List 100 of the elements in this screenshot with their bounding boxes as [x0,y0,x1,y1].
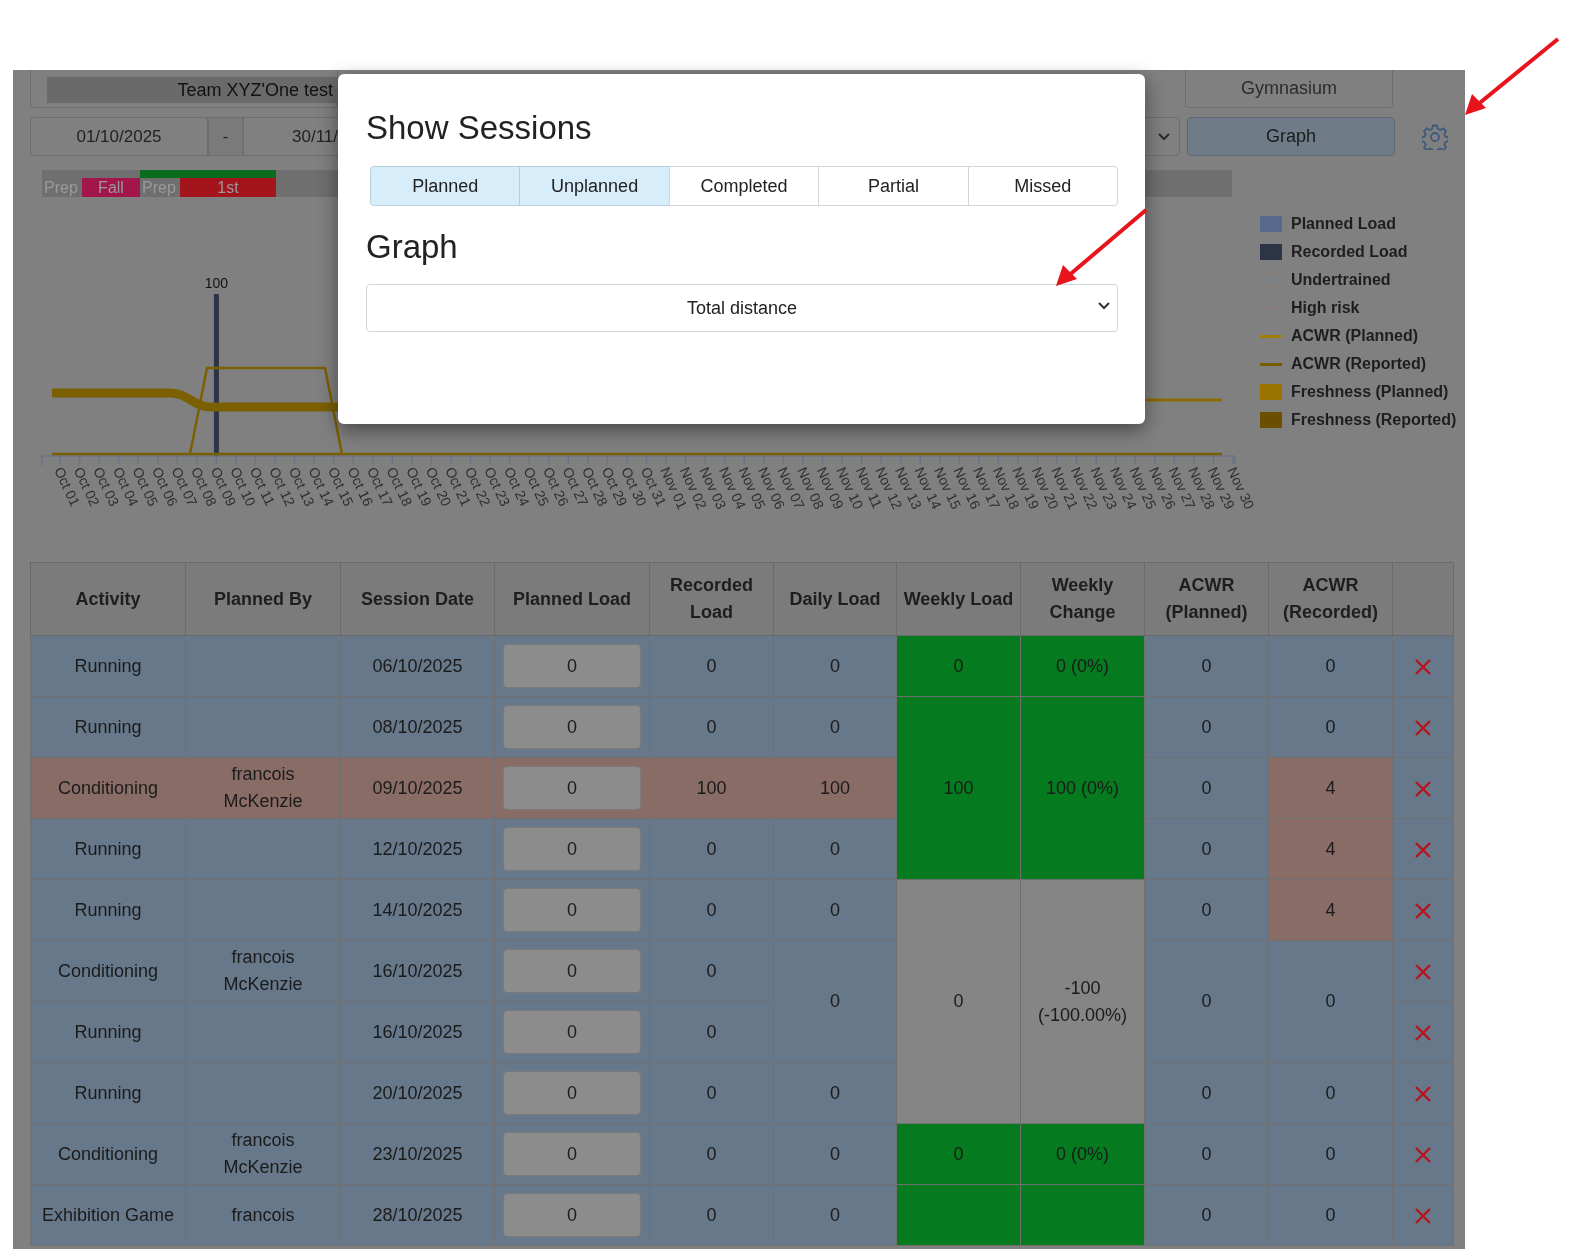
delete-icon[interactable] [1414,1145,1432,1164]
table-cell: 06/10/2025 [340,635,495,697]
table-cell: 0 [1144,757,1269,819]
phase-label: 1st [180,178,276,197]
planned-load-field[interactable]: 0 [503,1193,641,1237]
legend-label: ACWR (Reported) [1291,355,1427,373]
legend-label: Planned Load [1291,215,1396,233]
table-cell: 100 [649,757,774,819]
session-toggle[interactable]: Missed [967,166,1119,206]
table-cell: 0 [1144,1184,1269,1246]
session-toggle[interactable]: Unplanned [519,166,670,206]
delete-icon[interactable] [1414,962,1432,981]
table-cell: Running [30,1062,186,1124]
graph-dropdown[interactable]: Total distance [366,284,1118,332]
table-cell: 0 [773,818,897,880]
table-cell: 0 [649,818,774,880]
table-cell: 0 [649,1184,774,1246]
team-field[interactable]: Team XYZ'One test [30,70,338,108]
table-cell: 0 [1268,1123,1393,1185]
column-header: Recorded Load [649,562,774,636]
delete-icon[interactable] [1414,1206,1432,1225]
dialog-title: Show Sessions [366,109,592,147]
table-cell: francois McKenzie [185,757,341,819]
table-cell: 0 [1144,818,1269,880]
legend-label: ACWR (Planned) [1291,327,1419,345]
column-header: ACWR (Recorded) [1268,562,1393,636]
table-cell: 0 [1144,940,1269,1063]
delete-icon[interactable] [1414,657,1432,676]
table-cell: 0 [773,940,897,1063]
planned-load-field[interactable]: 0 [503,766,641,810]
delete-icon[interactable] [1414,718,1432,737]
planned-load-field[interactable]: 0 [503,705,641,749]
session-toggle[interactable]: Partial [818,166,969,206]
table-cell: 0 [649,940,774,1002]
column-header: Planned Load [494,562,650,636]
table-cell: 23/10/2025 [340,1123,495,1185]
table-cell: 0 [1268,1062,1393,1124]
planned-load-field[interactable]: 0 [503,1071,641,1115]
table-cell: 0 [1268,635,1393,697]
table-cell: 0 [773,635,897,697]
legend-label: Freshness (Reported) [1291,411,1457,429]
planned-load-field[interactable]: 0 [503,644,641,688]
legend-label: Freshness (Planned) [1291,383,1449,401]
graph-button[interactable]: Graph [1187,117,1395,156]
session-toggle[interactable]: Completed [668,166,820,206]
table-cell: 0 [649,635,774,697]
table-cell: 0 [1144,635,1269,697]
table-cell: -100 (-100.00%) [1020,879,1145,1124]
table-cell: 0 [896,635,1021,697]
column-header: Session Date [340,562,495,636]
table-cell: Exhibition Game [30,1184,186,1246]
table-cell: 4 [1268,879,1393,941]
location-field[interactable]: Gymnasium [1185,70,1393,108]
settings-icon[interactable] [1422,123,1448,150]
table-cell: 09/10/2025 [340,757,495,819]
delete-icon[interactable] [1414,901,1432,920]
table-cell: francois McKenzie [185,940,341,1002]
table-cell: 16/10/2025 [340,940,495,1002]
table-cell: 0 [1144,1123,1269,1185]
table-cell: 0 [1268,940,1393,1063]
table-cell: 4 [1268,818,1393,880]
delete-icon[interactable] [1414,840,1432,859]
column-header: ACWR (Planned) [1144,562,1269,636]
table-cell: 0 [649,1062,774,1124]
table-cell: Running [30,818,186,880]
section-heading: Graph [366,228,458,266]
table-cell: 0 [649,696,774,758]
caret-icon [1157,131,1171,142]
table-cell: 0 [773,1062,897,1124]
delete-icon[interactable] [1414,1023,1432,1042]
column-header: Weekly Change [1020,562,1145,636]
table-cell: 0 [896,1123,1021,1185]
table-cell: 0 [773,696,897,758]
table-cell: 12/10/2025 [340,818,495,880]
date-field[interactable]: 01/10/2025 [30,117,208,156]
session-toggle[interactable]: Planned [370,166,521,206]
table-cell: 08/10/2025 [340,696,495,758]
table-cell: 14/10/2025 [340,879,495,941]
phase-label: Fall [82,178,140,197]
table-cell: 0 [896,879,1021,1124]
planned-load-field[interactable]: 0 [503,827,641,871]
column-header: Daily Load [773,562,897,636]
caret-icon [1097,301,1111,311]
planned-load-field[interactable]: 0 [503,1010,641,1054]
table-cell: Conditioning [30,1123,186,1185]
table-cell: Conditioning [30,757,186,819]
planned-load-field[interactable]: 0 [503,1132,641,1176]
table-cell: 100 [773,757,897,819]
legend-label: Undertrained [1291,271,1391,289]
delete-icon[interactable] [1414,779,1432,798]
delete-icon[interactable] [1414,1084,1432,1103]
planned-load-field[interactable]: 0 [503,949,641,993]
table-cell: 28/10/2025 [340,1184,495,1246]
table-cell: 0 [1144,879,1269,941]
planned-load-field[interactable]: 0 [503,888,641,932]
legend-label: High risk [1291,299,1360,317]
table-cell: Conditioning [30,940,186,1002]
table-cell: 0 [649,879,774,941]
bar-value-label: 100 [204,275,229,291]
table-cell: 0 [649,1001,774,1063]
